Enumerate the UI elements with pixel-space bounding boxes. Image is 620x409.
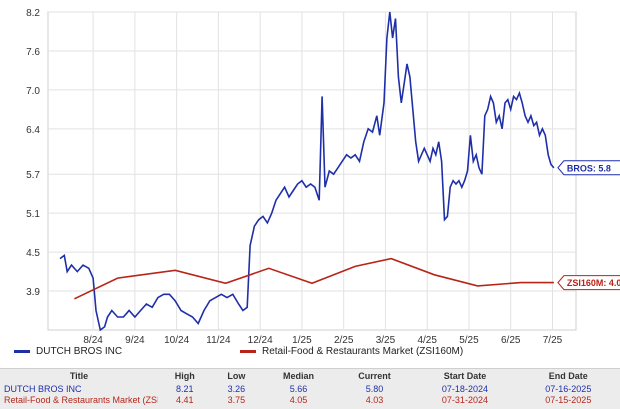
y-tick-label: 3.9 xyxy=(26,287,40,298)
table-row: Retail-Food & Restaurants Market (ZSI16 … xyxy=(0,394,620,405)
x-tick-label: 4/25 xyxy=(417,335,437,345)
row-low: 3.26 xyxy=(227,383,246,394)
y-tick-label: 8.2 xyxy=(26,8,40,19)
legend-swatch-red xyxy=(240,350,256,353)
row-start-date: 07-18-2024 xyxy=(441,383,488,394)
y-tick-label: 6.4 xyxy=(26,125,40,136)
table-row: DUTCH BROS INC 8.21 3.26 5.66 5.80 07-18… xyxy=(0,383,620,394)
row-end-date: 07-16-2025 xyxy=(545,383,592,394)
header-median: Median xyxy=(283,371,315,381)
header-current: Current xyxy=(358,371,391,381)
y-tick-label: 4.5 xyxy=(26,248,40,259)
x-tick-label: 2/25 xyxy=(334,335,354,345)
stats-header-row: Title High Low Median Current Start Date… xyxy=(0,369,620,383)
row-end-date: 07-15-2025 xyxy=(545,394,592,405)
y-axis-labels: 8.2 7.6 7.0 6.4 5.7 5.1 4.5 3.9 xyxy=(26,8,40,298)
x-tick-label: 9/24 xyxy=(125,335,145,345)
header-start-date: Start Date xyxy=(443,371,487,381)
plot-area xyxy=(47,11,577,331)
legend-item-dutch-bros: DUTCH BROS INC xyxy=(14,346,122,357)
y-tick-label: 7.6 xyxy=(26,47,40,58)
row-current: 5.80 xyxy=(365,383,384,394)
x-tick-label: 3/25 xyxy=(376,335,396,345)
header-high: High xyxy=(174,371,195,381)
end-label-text: ZSI160M: 4.03 xyxy=(567,278,620,288)
end-label-0: BROS: 5.8 xyxy=(557,160,620,176)
x-tick-label: 1/25 xyxy=(292,335,312,345)
legend-label: DUTCH BROS INC xyxy=(36,346,123,357)
row-high: 4.41 xyxy=(176,394,194,405)
legend-label: Retail-Food & Restaurants Market (ZSI160… xyxy=(262,346,464,357)
row-title: DUTCH BROS INC xyxy=(4,383,82,394)
header-low: Low xyxy=(227,371,246,381)
price-chart: 8.2 7.6 7.0 6.4 5.7 5.1 4.5 3.9 8/24 9/24 10/24 11… xyxy=(26,8,620,345)
y-tick-label: 5.7 xyxy=(26,170,40,181)
x-tick-label: 8/24 xyxy=(83,335,103,345)
row-current: 4.03 xyxy=(365,394,384,405)
end-label-text: BROS: 5.8 xyxy=(567,163,611,173)
header-end-date: End Date xyxy=(548,371,588,381)
x-tick-label: 7/25 xyxy=(543,335,563,345)
x-tick-label: 5/25 xyxy=(459,335,479,345)
x-tick-label: 12/24 xyxy=(248,335,273,345)
y-tick-label: 7.0 xyxy=(26,86,40,97)
legend: DUTCH BROS INC Retail-Food & Restaurants… xyxy=(0,346,620,362)
row-median: 5.66 xyxy=(289,383,308,394)
row-start-date: 07-31-2024 xyxy=(441,394,488,405)
row-high: 8.21 xyxy=(176,383,194,394)
end-label-1: ZSI160M: 4.03 xyxy=(557,275,620,291)
legend-item-zsi160m: Retail-Food & Restaurants Market (ZSI160… xyxy=(240,346,463,357)
x-tick-label: 6/25 xyxy=(501,335,521,345)
x-tick-label: 11/24 xyxy=(206,335,231,345)
row-title: Retail-Food & Restaurants Market (ZSI16 xyxy=(4,394,158,405)
x-axis-labels: 8/24 9/24 10/24 11/24 12/24 1/25 2/25 3/25 4/25 5… xyxy=(83,335,562,345)
row-median: 4.05 xyxy=(289,394,308,405)
legend-swatch-blue xyxy=(14,350,30,353)
row-low: 3.75 xyxy=(227,394,246,405)
y-tick-label: 5.1 xyxy=(26,209,40,220)
stats-table: Title High Low Median Current Start Date… xyxy=(0,368,620,409)
header-title: Title xyxy=(69,371,89,381)
x-tick-label: 10/24 xyxy=(164,335,189,345)
